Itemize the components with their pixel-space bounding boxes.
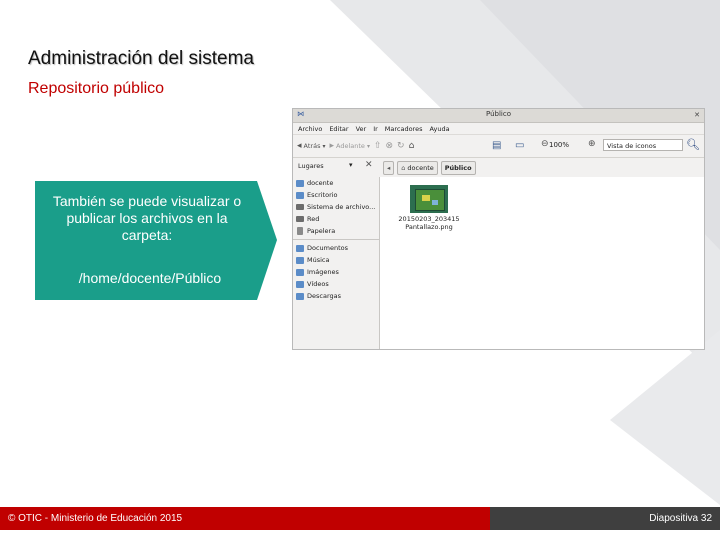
home-icon[interactable]: ⌂ <box>409 141 415 151</box>
file-manager-window: ⋈ Público ✕ Archivo Editar Ver Ir Marcad… <box>292 108 705 350</box>
footer-copyright: © OTIC - Ministerio de Educación 2015 <box>0 507 490 530</box>
sidebar-item-documentos[interactable]: Documentos <box>293 242 379 254</box>
back-button[interactable]: ◂ Atrás ▾ <box>297 141 325 151</box>
menu-ir[interactable]: Ir <box>373 125 378 133</box>
forward-label: Adelante <box>336 142 365 150</box>
sidebar-dropdown-icon[interactable]: ▾ <box>349 161 353 169</box>
sidebar-item-label: Descargas <box>307 292 342 300</box>
reload-icon[interactable]: ↻ <box>397 141 405 151</box>
sidebar-item-label: Sistema de archivo... <box>307 203 376 211</box>
sidebar-item-label: Papelera <box>307 227 336 235</box>
computer-icon[interactable]: ▭ <box>515 140 524 151</box>
dropdown-icon: ▾ <box>366 142 370 150</box>
folder-icon <box>296 268 304 276</box>
menu-archivo[interactable]: Archivo <box>298 125 322 133</box>
sidebar-header: Lugares ▾ ✕ <box>293 157 379 178</box>
folder-icon <box>296 280 304 288</box>
trash-icon <box>297 227 303 235</box>
up-icon[interactable]: ⇧ <box>374 141 382 151</box>
thumbnail-image <box>415 189 445 211</box>
file-name-line2: Pantallazo.png <box>405 223 453 231</box>
sidebar-title[interactable]: Lugares <box>298 162 324 170</box>
menu-ayuda[interactable]: Ayuda <box>429 125 449 133</box>
zoom-out-icon[interactable]: ⊖ <box>541 139 549 149</box>
zoom-level: 100% <box>549 141 570 149</box>
path-button-docente[interactable]: ⌂ docente <box>397 161 438 175</box>
toolbar: ◂ Atrás ▾ ▸ Adelante ▾ ⇧ ⊗ ↻ ⌂ ▤ ▭ ⊖ 100… <box>293 135 704 158</box>
image-file-thumbnail[interactable] <box>410 185 448 213</box>
view-mode-select[interactable]: Vista de iconos <box>603 139 683 151</box>
path-bar: ◂ ⌂ docente Público <box>383 161 476 175</box>
file-view: 20150203_203415 Pantallazo.png <box>380 177 704 349</box>
stop-icon[interactable]: ⊗ <box>386 141 394 151</box>
dropdown-icon: ▾ <box>322 142 326 150</box>
slide-number-text: Diapositiva 32 <box>649 513 712 524</box>
sidebar-item-label: Escritorio <box>307 191 338 199</box>
sidebar-item-label: Documentos <box>307 244 349 252</box>
sidebar-item-label: Imágenes <box>307 268 339 276</box>
sidebar-item-red[interactable]: Red <box>293 213 379 225</box>
footer-copyright-text: © OTIC - Ministerio de Educación 2015 <box>8 513 183 524</box>
folder-icon <box>296 292 304 300</box>
menu-ver[interactable]: Ver <box>356 125 367 133</box>
path-label: docente <box>407 164 434 172</box>
drive-icon <box>296 204 304 210</box>
forward-button[interactable]: ▸ Adelante ▾ <box>329 141 369 151</box>
callout: También se puede visualizar o publicar l… <box>35 181 277 300</box>
path-button-publico[interactable]: Público <box>440 161 476 175</box>
home-folder-icon: ⌂ <box>401 164 406 172</box>
close-icon[interactable]: ✕ <box>694 111 700 119</box>
slide-subtitle: Repositorio público <box>28 80 165 97</box>
sidebar-item-docente[interactable]: docente <box>293 177 379 189</box>
forward-arrow-icon: ▸ <box>329 141 335 151</box>
window-titlebar: ⋈ Público ✕ <box>293 109 704 123</box>
zoom-in-icon[interactable]: ⊕ <box>588 139 596 149</box>
sidebar-item-label: docente <box>307 179 334 187</box>
thumbnail-detail <box>422 195 430 201</box>
window-title: Público <box>486 110 511 118</box>
folder-icon <box>296 179 304 187</box>
footer-slide-number: Diapositiva 32 <box>490 507 720 530</box>
sidebar-item-label: Vídeos <box>307 280 329 288</box>
callout-text: También se puede visualizar o publicar l… <box>52 193 242 243</box>
back-arrow-icon: ◂ <box>297 141 302 151</box>
folder-icon <box>296 191 304 199</box>
sidebar-item-sistema[interactable]: Sistema de archivo... <box>293 201 379 213</box>
sidebar-item-papelera[interactable]: Papelera <box>293 225 379 237</box>
file-name[interactable]: 20150203_203415 Pantallazo.png <box>394 215 464 231</box>
sidebar-item-label: Red <box>307 215 320 223</box>
slide-title: Administración del sistema <box>28 48 254 69</box>
sidebar: docente Escritorio Sistema de archivo...… <box>293 177 380 349</box>
sidebar-item-imagenes[interactable]: Imágenes <box>293 266 379 278</box>
menu-marcadores[interactable]: Marcadores <box>385 125 423 133</box>
sidebar-item-label: Música <box>307 256 330 264</box>
network-icon[interactable]: ▤ <box>492 140 501 151</box>
sidebar-item-videos[interactable]: Vídeos <box>293 278 379 290</box>
file-name-line1: 20150203_203415 <box>398 215 460 223</box>
menu-editar[interactable]: Editar <box>329 125 348 133</box>
menu-bar: Archivo Editar Ver Ir Marcadores Ayuda <box>293 123 704 135</box>
sidebar-item-escritorio[interactable]: Escritorio <box>293 189 379 201</box>
folder-icon <box>296 244 304 252</box>
back-label: Atrás <box>303 142 321 150</box>
thumbnail-detail <box>432 200 438 205</box>
callout-path: /home/docente/Público <box>78 270 222 286</box>
sidebar-divider <box>293 239 379 240</box>
sidebar-close-icon[interactable]: ✕ <box>365 160 373 170</box>
search-icon[interactable]: 🔍︎ <box>686 138 700 151</box>
sidebar-item-descargas[interactable]: Descargas <box>293 290 379 302</box>
sidebar-item-musica[interactable]: Música <box>293 254 379 266</box>
folder-icon <box>296 256 304 264</box>
network-drive-icon <box>296 216 304 222</box>
path-left-arrow-icon[interactable]: ◂ <box>383 161 395 175</box>
